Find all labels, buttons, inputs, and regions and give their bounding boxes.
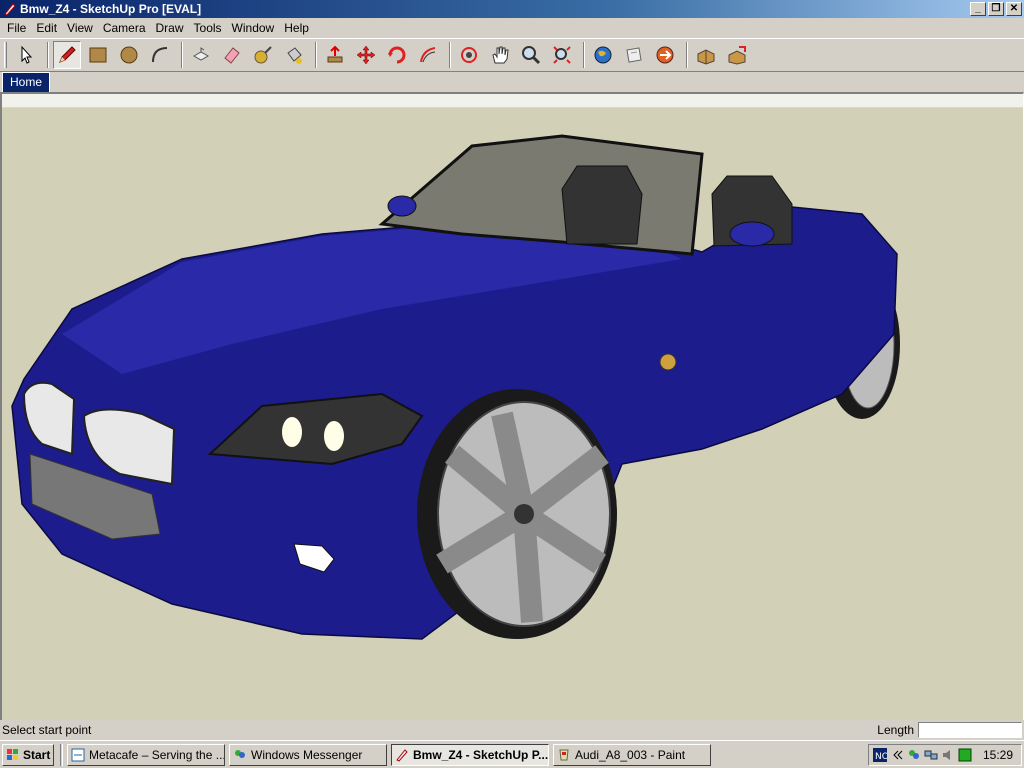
make-component-icon[interactable] [187,41,215,69]
left-mirror [387,195,417,217]
component-library-icon[interactable] [692,41,720,69]
tab-home[interactable]: Home [2,72,51,92]
menu-tools[interactable]: Tools [189,21,227,35]
sketchup-icon [396,748,408,762]
menu-help[interactable]: Help [279,21,314,35]
task-metacafe[interactable]: Metacafe – Serving the ... [67,743,225,766]
scene-tabs: Home [0,72,1024,92]
eraser-tool-icon[interactable] [218,41,246,69]
taskbar-grip[interactable] [60,743,63,766]
security-icon[interactable] [958,748,972,762]
menu-draw[interactable]: Draw [151,21,189,35]
circle-tool-icon[interactable] [115,41,143,69]
toolbar-separator [315,42,317,68]
menu-window[interactable]: Window [227,21,280,35]
start-button[interactable]: Start [2,743,54,766]
paint-bucket-icon[interactable] [280,41,308,69]
system-tray: NO 15:29 [868,744,1022,766]
drawing-viewport[interactable] [0,92,1024,720]
chevron-left-icon[interactable] [890,748,904,762]
toolbar-separator [181,42,183,68]
maximize-button[interactable]: ❐ [988,2,1004,16]
window-title: Bmw_Z4 - SketchUp Pro [EVAL] [20,2,202,16]
push-pull-icon[interactable] [321,41,349,69]
clock[interactable]: 15:29 [983,748,1013,762]
close-button[interactable]: ✕ [1006,2,1022,16]
menu-file[interactable]: File [2,21,31,35]
orbit-tool-icon[interactable] [455,41,483,69]
browser-icon [71,748,85,761]
paint-icon [559,749,569,760]
task-label: Windows Messenger [251,747,363,762]
sketchup-app-icon[interactable] [3,2,17,16]
rotate-tool-icon[interactable] [383,41,411,69]
task-paint[interactable]: Audi_A8_003 - Paint [553,743,711,766]
tape-measure-icon[interactable] [249,41,277,69]
measurement-label: Length [877,723,914,737]
language-icon[interactable]: NO [873,748,887,762]
measurement-input[interactable] [918,722,1022,738]
zoom-extents-icon[interactable] [548,41,576,69]
follow-me-icon[interactable] [414,41,442,69]
side-badge [659,353,677,371]
network-icon[interactable] [924,748,938,762]
task-messenger[interactable]: Windows Messenger [229,743,387,766]
svg-text:NO: NO [875,752,887,762]
messenger-tray-icon[interactable] [907,748,921,762]
windows-flag-icon [7,748,18,760]
task-sketchup[interactable]: Bmw_Z4 - SketchUp P... [391,743,549,766]
right-mirror [729,221,775,247]
status-message: Select start point [2,723,92,737]
status-bar: Select start point Length [0,720,1024,740]
pencil-tool-icon[interactable] [53,41,81,69]
taskbar: Start Metacafe – Serving the ... Windows… [0,740,1024,768]
messenger-icon [235,749,245,758]
share-component-icon[interactable] [723,41,751,69]
volume-icon[interactable] [941,748,955,762]
share-model-icon[interactable] [651,41,679,69]
driver-seat [561,165,643,245]
headlight-lamp-1 [282,417,302,447]
move-tool-icon[interactable] [352,41,380,69]
wheel-hub [514,504,534,524]
get-models-icon[interactable] [620,41,648,69]
menu-view[interactable]: View [62,21,98,35]
main-toolbar [0,38,1024,72]
toolbar-separator [583,42,585,68]
toolbar-separator [449,42,451,68]
arc-tool-icon[interactable] [146,41,174,69]
task-label: Metacafe – Serving the ... [89,747,225,762]
car-model[interactable] [2,94,1024,720]
start-label: Start [23,747,51,762]
menu-edit[interactable]: Edit [31,21,62,35]
pan-tool-icon[interactable] [486,41,514,69]
menu-bar: File Edit View Camera Draw Tools Window … [0,18,1024,38]
toolbar-separator [47,42,49,68]
toolbar-grip[interactable] [4,42,7,68]
select-tool-icon[interactable] [12,41,40,69]
headlight-lamp-2 [324,421,344,451]
task-label: Bmw_Z4 - SketchUp P... [413,747,549,762]
minimize-button[interactable]: _ [970,2,986,16]
task-label: Audi_A8_003 - Paint [575,747,686,762]
zoom-tool-icon[interactable] [517,41,545,69]
google-earth-icon[interactable] [589,41,617,69]
menu-camera[interactable]: Camera [98,21,151,35]
toolbar-separator [686,42,688,68]
rectangle-tool-icon[interactable] [84,41,112,69]
title-bar[interactable]: Bmw_Z4 - SketchUp Pro [EVAL] _ ❐ ✕ [0,0,1024,18]
